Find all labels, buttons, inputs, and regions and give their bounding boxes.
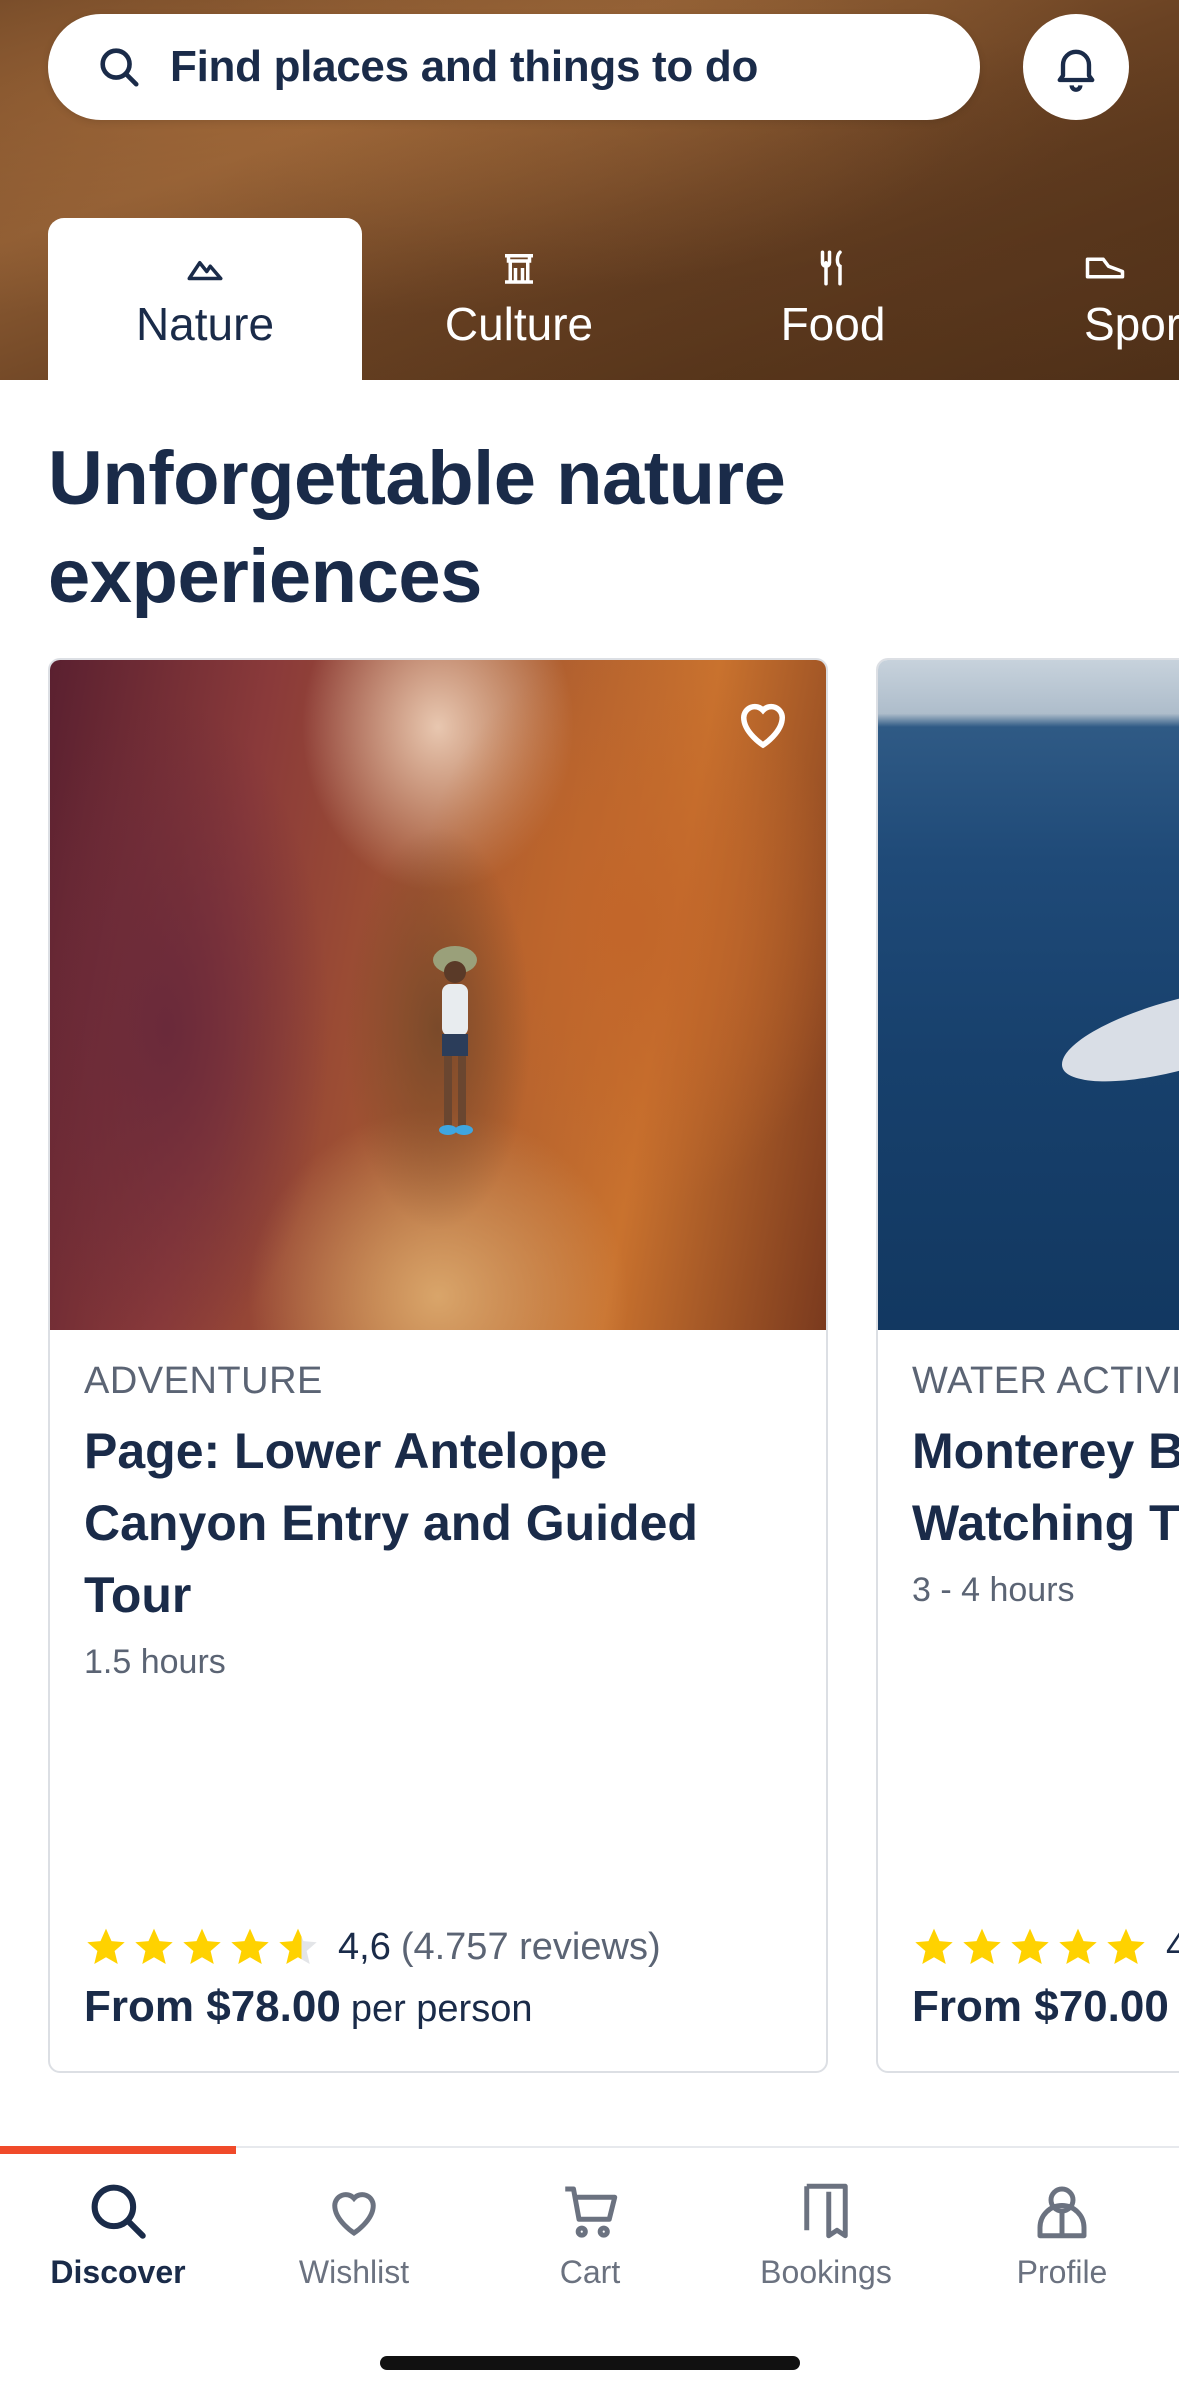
tab-label: Nature bbox=[135, 298, 275, 350]
star-icon bbox=[1107, 1928, 1145, 1965]
nav-label: Discover bbox=[50, 2254, 186, 2290]
activity-title: Page: Lower Antelope Canyon Entry and Gu… bbox=[84, 1423, 698, 1623]
category-tabs: Nature Culture Food Spor bbox=[0, 218, 1179, 380]
tab-nature[interactable]: Nature bbox=[48, 218, 362, 380]
hiker-figure bbox=[433, 946, 477, 1135]
nav-wishlist[interactable]: Wishlist bbox=[236, 2178, 472, 2291]
profile-icon bbox=[1037, 2186, 1087, 2239]
section-title: Unforgettable nature experiences bbox=[48, 436, 786, 619]
star-icon bbox=[135, 1928, 173, 1965]
heart-icon bbox=[332, 2192, 376, 2236]
tab-label: Food bbox=[780, 298, 886, 350]
wishlist-heart-icon[interactable] bbox=[730, 690, 796, 756]
search-icon bbox=[100, 48, 139, 87]
price: From $70.00 bbox=[912, 1982, 1169, 2031]
mountain-icon bbox=[187, 261, 223, 281]
activity-duration: 3 - 4 hours bbox=[912, 1571, 1075, 1609]
activity-category: WATER ACTIVI bbox=[912, 1360, 1179, 1402]
search-placeholder: Find places and things to do bbox=[170, 42, 759, 91]
cart-icon bbox=[565, 2186, 618, 2238]
price: From $78.00 bbox=[84, 1982, 341, 2031]
price-unit: per person bbox=[350, 1988, 533, 2030]
nav-label: Cart bbox=[559, 2254, 621, 2290]
tab-label: Culture bbox=[444, 298, 594, 350]
shoe-icon bbox=[1085, 257, 1125, 279]
rating-value: 4,6 bbox=[338, 1925, 391, 1968]
star-icon bbox=[963, 1928, 1001, 1965]
nav-cart[interactable]: Cart bbox=[472, 2178, 708, 2291]
star-icon bbox=[1011, 1928, 1049, 1965]
star-rating bbox=[84, 1925, 324, 1969]
rating-row: 4,6 (4.757 reviews) bbox=[84, 1925, 661, 1969]
activity-image bbox=[878, 660, 1179, 1330]
price-row: From $70.00 bbox=[912, 1982, 1169, 2032]
nav-label: Wishlist bbox=[298, 2254, 410, 2290]
activity-card[interactable]: WATER ACTIVI Monterey B Watching T 3 - 4… bbox=[876, 658, 1179, 2073]
temple-icon bbox=[505, 254, 533, 284]
search-bar[interactable]: Find places and things to do bbox=[48, 14, 980, 120]
tab-culture[interactable]: Culture bbox=[362, 218, 676, 380]
rating-value: 4 bbox=[1166, 1926, 1179, 1969]
nav-discover[interactable]: Discover bbox=[0, 2178, 236, 2291]
star-icon bbox=[1059, 1928, 1097, 1965]
half-star-icon bbox=[279, 1928, 317, 1965]
price-row: From $78.00 per person bbox=[84, 1982, 532, 2032]
active-tab-indicator bbox=[0, 2146, 236, 2154]
star-icon bbox=[87, 1928, 125, 1965]
notifications-button[interactable] bbox=[1023, 14, 1129, 120]
activity-title: Monterey B Watching T bbox=[912, 1423, 1179, 1551]
header-banner: Find places and things to do Nature Cult… bbox=[0, 0, 1179, 380]
star-rating bbox=[912, 1925, 1152, 1969]
star-icon bbox=[231, 1928, 269, 1965]
nav-label: Profile bbox=[1016, 2254, 1108, 2290]
whale-shape bbox=[1053, 972, 1179, 1098]
fork-knife-icon bbox=[820, 250, 842, 286]
review-count: (4.757 reviews) bbox=[400, 1925, 661, 1968]
home-indicator bbox=[380, 2356, 800, 2370]
activity-image bbox=[50, 660, 826, 1330]
bell-icon bbox=[1057, 49, 1095, 92]
tab-sports[interactable]: Spor bbox=[990, 218, 1179, 380]
activity-card[interactable]: ADVENTURE Page: Lower Antelope Canyon En… bbox=[48, 658, 828, 2073]
nav-bookings[interactable]: Bookings bbox=[708, 2178, 944, 2291]
search-icon bbox=[91, 2184, 146, 2239]
rating-row: 4 bbox=[912, 1925, 1179, 1969]
star-icon bbox=[915, 1928, 953, 1965]
tab-label: Spor bbox=[1084, 298, 1179, 350]
tab-food[interactable]: Food bbox=[676, 218, 990, 380]
nav-label: Bookings bbox=[760, 2254, 892, 2290]
nav-profile[interactable]: Profile bbox=[944, 2178, 1179, 2291]
star-icon bbox=[183, 1928, 221, 1965]
activity-category: ADVENTURE bbox=[84, 1360, 323, 1402]
bookmark-map-icon bbox=[804, 2183, 848, 2239]
activity-duration: 1.5 hours bbox=[84, 1643, 226, 1681]
